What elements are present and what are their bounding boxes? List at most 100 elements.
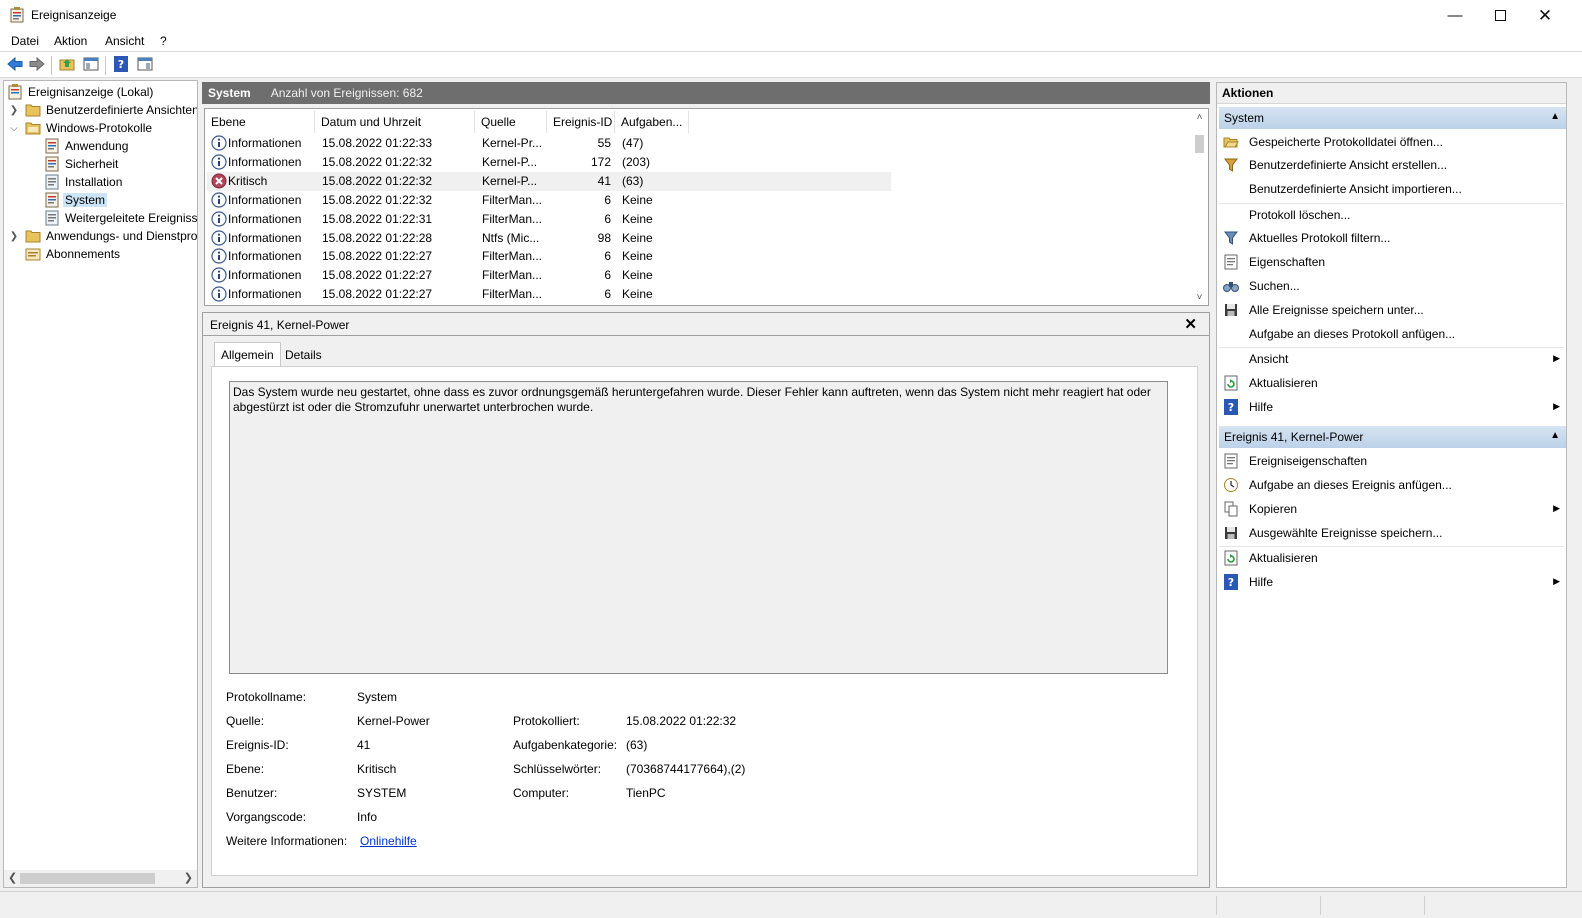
table-row[interactable]: Informationen 15.08.2022 01:22:27 FilterMa… [207,266,891,285]
action-item[interactable]: Kopieren ▶ [1219,498,1564,520]
scroll-left-icon[interactable]: ❮ [8,871,17,884]
action-item[interactable]: Ausgewählte Ereignisse speichern... [1219,522,1564,544]
tree-item-installation[interactable]: Installation [44,173,124,191]
table-row[interactable]: Informationen 15.08.2022 01:22:32 FilterMa… [207,191,891,210]
log-icon [44,174,60,190]
cell-event-id: 6 [604,287,611,302]
cell-level: Kritisch [228,173,268,188]
prop-value-computer: TienPC [626,786,666,800]
close-button[interactable]: ✕ [1522,0,1568,31]
prop-label-weitere-informationen: Weitere Informationen: [226,834,348,848]
help-icon: ? [1223,399,1239,415]
action-item[interactable]: Protokoll löschen... [1219,203,1564,225]
log-icon [44,138,60,154]
actions-group-system[interactable]: System ▲ [1219,107,1566,129]
event-description[interactable]: Das System wurde neu gestartet, ohne das… [229,381,1168,674]
table-row[interactable]: Informationen 15.08.2022 01:22:31 FilterMa… [207,210,891,229]
action-item[interactable]: Aktualisieren [1219,372,1564,394]
column-header-ebene[interactable]: Ebene [205,111,315,133]
action-item[interactable]: Suchen... [1219,275,1564,297]
menu-ansicht[interactable]: Ansicht [105,34,144,48]
action-item[interactable]: Aufgabe an dieses Protokoll anfügen... [1219,323,1564,345]
tree-item-app-service-logs[interactable]: ❯ Anwendungs- und Dienstprotokolle [10,227,197,245]
action-item[interactable]: Aufgabe an dieses Ereignis anfügen... [1219,474,1564,496]
cell-task: (203) [622,154,651,169]
action-item[interactable]: Ereigniseigenschaften [1219,450,1564,472]
tree-item-forwarded-events[interactable]: Weitergeleitete Ereignisse [44,209,197,227]
menu-help[interactable]: ? [160,34,167,48]
action-item[interactable]: Ansicht ▶ [1219,347,1564,369]
chevron-right-icon[interactable]: ❯ [9,231,19,242]
action-item[interactable]: Benutzerdefinierte Ansicht erstellen... [1219,154,1564,176]
information-icon [211,135,227,151]
column-header-datum[interactable]: Datum und Uhrzeit [315,111,475,133]
properties-icon [1223,453,1239,469]
close-detail-button[interactable]: ✕ [1184,315,1197,333]
title-bar: Ereignisanzeige — ✕ [0,0,1582,31]
action-item-label: Suchen... [1249,279,1300,293]
action-item-label: Ereigniseigenschaften [1249,454,1368,468]
show-hide-tree-button[interactable] [82,56,100,74]
action-item[interactable]: ? Hilfe ▶ [1219,396,1564,418]
tab-details[interactable]: Details [279,344,328,366]
chevron-right-icon[interactable]: ❯ [9,105,19,116]
tree-item-sicherheit[interactable]: Sicherheit [44,155,120,173]
action-item[interactable]: Gespeicherte Protokolldatei öffnen... [1219,131,1564,153]
action-item[interactable]: Eigenschaften [1219,251,1564,273]
tab-allgemein[interactable]: Allgemein [214,342,281,366]
collapse-icon[interactable]: ▲ [1550,430,1560,441]
tree-item-windows-logs[interactable]: ⌵ Windows-Protokolle [10,119,154,137]
tree-item-system[interactable]: System [44,191,108,209]
cell-level: Informationen [228,230,302,245]
collapse-icon[interactable]: ▲ [1550,111,1560,122]
show-action-pane-button[interactable] [136,56,154,74]
action-item-label: Ansicht [1249,352,1289,366]
back-button[interactable] [6,56,24,74]
tree-item-anwendung[interactable]: Anwendung [44,137,130,155]
cell-date: 15.08.2022 01:22:27 [322,268,433,283]
scroll-thumb[interactable] [1195,135,1204,153]
column-header-quelle[interactable]: Quelle [475,111,547,133]
tree-root[interactable]: Ereignisanzeige (Lokal) [7,83,155,101]
action-item[interactable]: Aktualisieren [1219,546,1564,568]
actions-title: Aktionen [1217,83,1566,104]
menu-datei[interactable]: Datei [11,34,39,48]
table-row[interactable]: Informationen 15.08.2022 01:22:27 FilterMa… [207,247,891,266]
action-item[interactable]: Alle Ereignisse speichern unter... [1219,299,1564,321]
help-button[interactable]: ? [112,55,130,74]
column-header-aufgaben[interactable]: Aufgaben... [615,111,689,133]
up-folder-button[interactable] [58,56,76,74]
action-item[interactable]: ? Hilfe ▶ [1219,571,1564,593]
toolbar: ? [0,51,1582,78]
tree-horizontal-scrollbar[interactable]: ❮ ❯ [4,870,197,887]
scroll-thumb[interactable] [20,873,155,884]
table-row[interactable]: Informationen 15.08.2022 01:22:28 Ntfs (Mi… [207,229,891,248]
online-help-link[interactable]: Onlinehilfe [360,834,417,848]
scroll-down-icon[interactable]: ˅ [1191,292,1208,303]
menu-aktion[interactable]: Aktion [54,34,87,48]
minimize-button[interactable]: — [1432,0,1478,31]
cell-task: Keine [622,249,653,264]
tree-item-subscriptions[interactable]: Abonnements [25,245,122,263]
event-list-vertical-scrollbar[interactable]: ˄ ˅ [1191,109,1208,305]
chevron-down-icon[interactable]: ⌵ [9,123,19,134]
action-item[interactable]: Aktuelles Protokoll filtern... [1219,227,1564,249]
action-item-label: Aktualisieren [1249,376,1318,390]
cell-level: Informationen [228,154,302,169]
tree-item-custom-views[interactable]: ❯ Benutzerdefinierte Ansichten [10,101,197,119]
forward-button[interactable] [28,56,46,74]
table-row[interactable]: Kritisch 15.08.2022 01:22:32 Kernel-P... 41… [207,171,891,191]
information-icon [211,286,227,302]
actions-group-event[interactable]: Ereignis 41, Kernel-Power ▲ [1219,426,1566,448]
column-header-ereignis-id[interactable]: Ereignis-ID [547,111,615,133]
window-title: Ereignisanzeige [31,8,117,22]
scroll-right-icon[interactable]: ❯ [184,871,193,884]
maximize-button[interactable] [1477,0,1523,31]
cell-task: Keine [622,192,653,207]
table-row[interactable]: Informationen 15.08.2022 01:22:33 Kernel-P… [207,134,891,153]
table-row[interactable]: Informationen 15.08.2022 01:22:27 FilterMa… [207,285,891,304]
scroll-up-icon[interactable]: ˄ [1191,112,1208,123]
action-item-label: Aufgabe an dieses Ereignis anfügen... [1249,478,1452,492]
action-item[interactable]: Benutzerdefinierte Ansicht importieren..… [1219,178,1564,200]
table-row[interactable]: Informationen 15.08.2022 01:22:32 Kernel-P… [207,153,891,172]
